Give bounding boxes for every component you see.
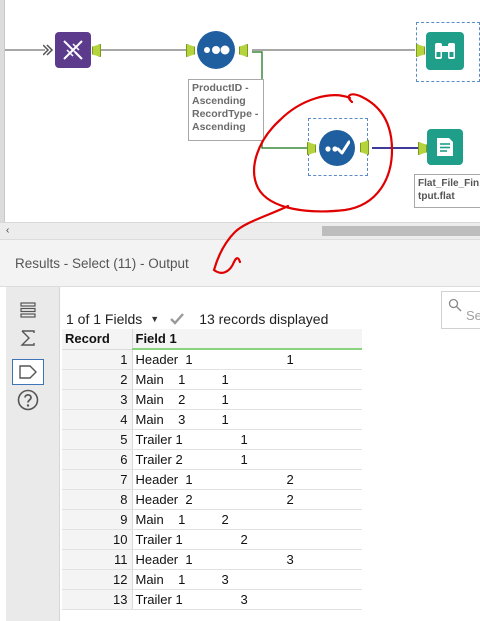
red-circle-annotation bbox=[212, 93, 394, 274]
app-window: ProductID - Ascending RecordType - Ascen… bbox=[0, 0, 480, 621]
